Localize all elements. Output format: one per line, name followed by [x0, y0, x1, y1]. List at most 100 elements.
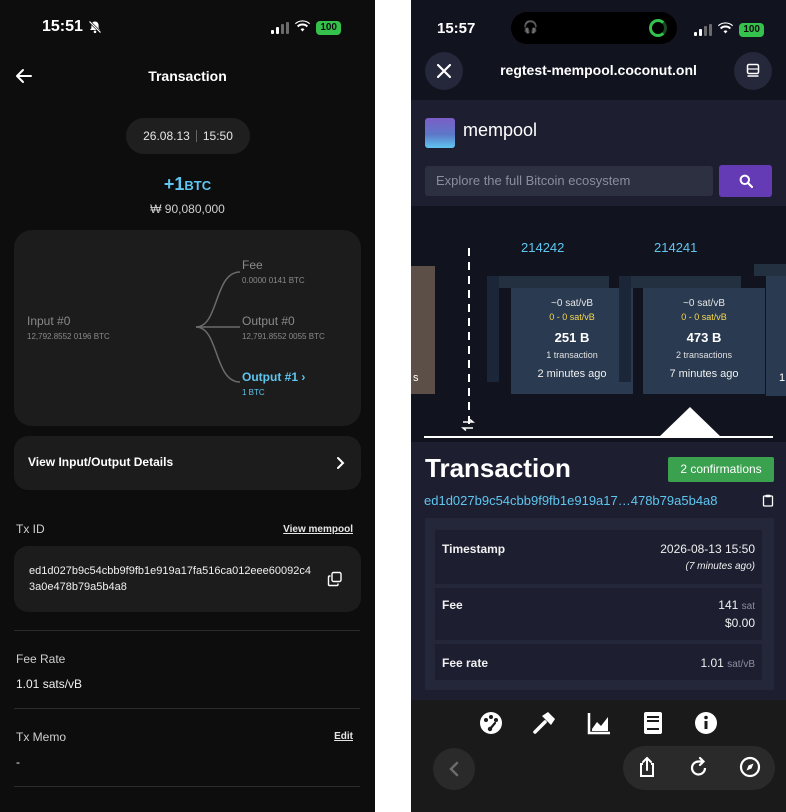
amount-value: +1 — [163, 174, 185, 194]
block-tx-count: 2 transactions — [675, 350, 733, 360]
chevron-left-icon — [449, 761, 459, 777]
block-median-fee: ~0 sat/vB — [683, 298, 725, 309]
memo-value: - — [16, 755, 20, 769]
date-separator — [195, 130, 197, 142]
flow-output0: Output #0 12,791.8552 0055 BTC — [242, 314, 325, 341]
share-icon[interactable] — [637, 756, 657, 783]
block-size: 251 B — [554, 330, 590, 345]
io-details-label: View Input/Output Details — [28, 455, 174, 469]
search-button[interactable] — [719, 165, 772, 197]
memo-edit-link[interactable]: Edit — [334, 731, 353, 742]
tabs-icon — [746, 63, 760, 77]
fee-unit: sat — [741, 601, 755, 612]
coconut-wallet-screen: 15:51 100 Transaction 26.08.13 15:50 +1B… — [0, 0, 375, 812]
block-tx-count: 1 transaction — [546, 350, 598, 360]
flow-fee-value: 0.0000 0141 BTC — [242, 276, 305, 285]
wifi-icon — [295, 19, 311, 37]
fee-rate-value: 1.01 — [700, 656, 724, 670]
chevron-right-icon: › — [301, 370, 306, 384]
fee-rate-unit: sat/vB — [727, 659, 755, 670]
airpods-icon: 🎧 — [523, 20, 538, 34]
dynamic-island: 🎧 — [511, 12, 677, 44]
signal-icon — [694, 24, 713, 36]
flow-input: Input #0 12,792.8552 0196 BTC — [27, 314, 110, 341]
block-fee-range: 0 - 0 sat/vB — [549, 312, 595, 322]
block-age: 2 minutes ago — [537, 368, 607, 380]
divider — [14, 708, 360, 709]
fee-value: 141 — [718, 598, 739, 612]
block-card[interactable]: ~0 sat/vB 0 - 0 sat/vB 251 B 1 transacti… — [487, 276, 633, 396]
signal-icon — [271, 22, 290, 34]
flow-output0-value: 12,791.8552 0055 BTC — [242, 332, 325, 341]
mempool-logo-icon[interactable] — [425, 118, 455, 148]
txid-box: ed1d027b9c54cbb9f9fb1e919a17fa516ca012ee… — [14, 546, 361, 612]
tx-amount: +1BTC — [0, 174, 375, 195]
browser-menu-button[interactable] — [734, 52, 772, 90]
search-input[interactable]: Explore the full Bitcoin ecosystem — [425, 166, 713, 196]
browser-actions-pill — [623, 746, 775, 790]
timestamp-row: Timestamp 2026-08-13 15:50 (7 minutes ag… — [435, 530, 762, 584]
mempool-logo-text[interactable]: mempool — [463, 120, 537, 141]
flow-input-value: 12,792.8552 0196 BTC — [27, 332, 110, 341]
fee-fiat: $0.00 — [724, 616, 755, 630]
fee-rate-row: Fee rate 1.01 sat/vB — [435, 644, 762, 680]
flow-fee-label: Fee — [242, 258, 263, 272]
divider — [14, 630, 360, 631]
edge-left-text: s — [413, 372, 419, 384]
docs-book-icon[interactable] — [640, 710, 666, 741]
bell-muted-icon — [88, 20, 102, 39]
confirmations-badge: 2 confirmations — [668, 457, 774, 482]
mining-hammer-icon[interactable] — [531, 710, 557, 741]
reload-icon[interactable] — [689, 756, 709, 783]
nav-back-button[interactable] — [433, 748, 475, 790]
fiat-amount: ₩ 90,080,000 — [150, 202, 225, 216]
timestamp-value: 2026-08-13 15:50 — [660, 542, 755, 556]
view-mempool-link[interactable]: View mempool — [283, 524, 353, 535]
fee-rate-label: Fee Rate — [16, 652, 66, 666]
block-partial-right-top — [754, 264, 786, 276]
io-details-button[interactable]: View Input/Output Details — [14, 436, 361, 490]
fee-row: Fee 141 sat $0.00 — [435, 588, 762, 640]
screen-header: Transaction — [0, 64, 375, 88]
divider — [14, 786, 360, 787]
chevron-right-icon — [335, 456, 345, 475]
tx-flow-card: Input #0 12,792.8552 0196 BTC Fee 0.0000… — [14, 230, 361, 426]
status-time: 15:51 — [42, 18, 83, 35]
chart-icon[interactable] — [586, 710, 612, 741]
flow-fee: Fee 0.0000 0141 BTC — [242, 258, 305, 285]
mempool-divider — [468, 248, 470, 424]
flow-output1[interactable]: Output #1 › 1 BTC — [242, 370, 305, 397]
fee-label: Fee — [442, 598, 463, 612]
compass-icon[interactable] — [739, 756, 761, 783]
copy-icon[interactable] — [327, 571, 343, 592]
edge-right-text: 1 — [779, 372, 786, 384]
swap-arrows-icon[interactable] — [460, 418, 476, 436]
timestamp-label: Timestamp — [442, 542, 506, 556]
status-icons: 100 — [694, 21, 764, 39]
clipboard-icon[interactable] — [762, 494, 774, 512]
block-card[interactable]: ~0 sat/vB 0 - 0 sat/vB 473 B 2 transacti… — [619, 276, 765, 396]
block-height-0[interactable]: 214242 — [521, 240, 564, 255]
flow-input-label: Input #0 — [27, 314, 71, 328]
block-height-1[interactable]: 214241 — [654, 240, 697, 255]
status-time: 15:57 — [437, 20, 476, 37]
block-age: 7 minutes ago — [669, 368, 739, 380]
tx-details-table: Timestamp 2026-08-13 15:50 (7 minutes ag… — [425, 518, 774, 690]
fee-rate-label: Fee rate — [442, 656, 489, 670]
timestamp-ago: (7 minutes ago) — [685, 561, 755, 572]
date-pill: 26.08.13 15:50 — [126, 118, 250, 154]
dashboard-icon[interactable] — [478, 710, 504, 741]
flow-output1-value: 1 BTC — [242, 388, 265, 397]
page-url: regtest-mempool.coconut.onl — [500, 62, 697, 78]
flow-output1-label: Output #1 — [242, 370, 298, 384]
status-icons: 100 — [271, 19, 341, 37]
info-icon[interactable] — [693, 710, 719, 741]
transaction-title: Transaction — [425, 453, 571, 483]
amount-unit: BTC — [184, 178, 212, 193]
txid-link[interactable]: ed1d027b9c54cbb9f9fb1e919a17…478b79a5b4a… — [424, 493, 718, 508]
tx-time: 15:50 — [202, 129, 233, 143]
battery-indicator: 100 — [316, 21, 341, 35]
selected-block-pointer — [659, 407, 721, 437]
tx-date: 26.08.13 — [143, 129, 190, 143]
memo-label: Tx Memo — [16, 730, 67, 744]
